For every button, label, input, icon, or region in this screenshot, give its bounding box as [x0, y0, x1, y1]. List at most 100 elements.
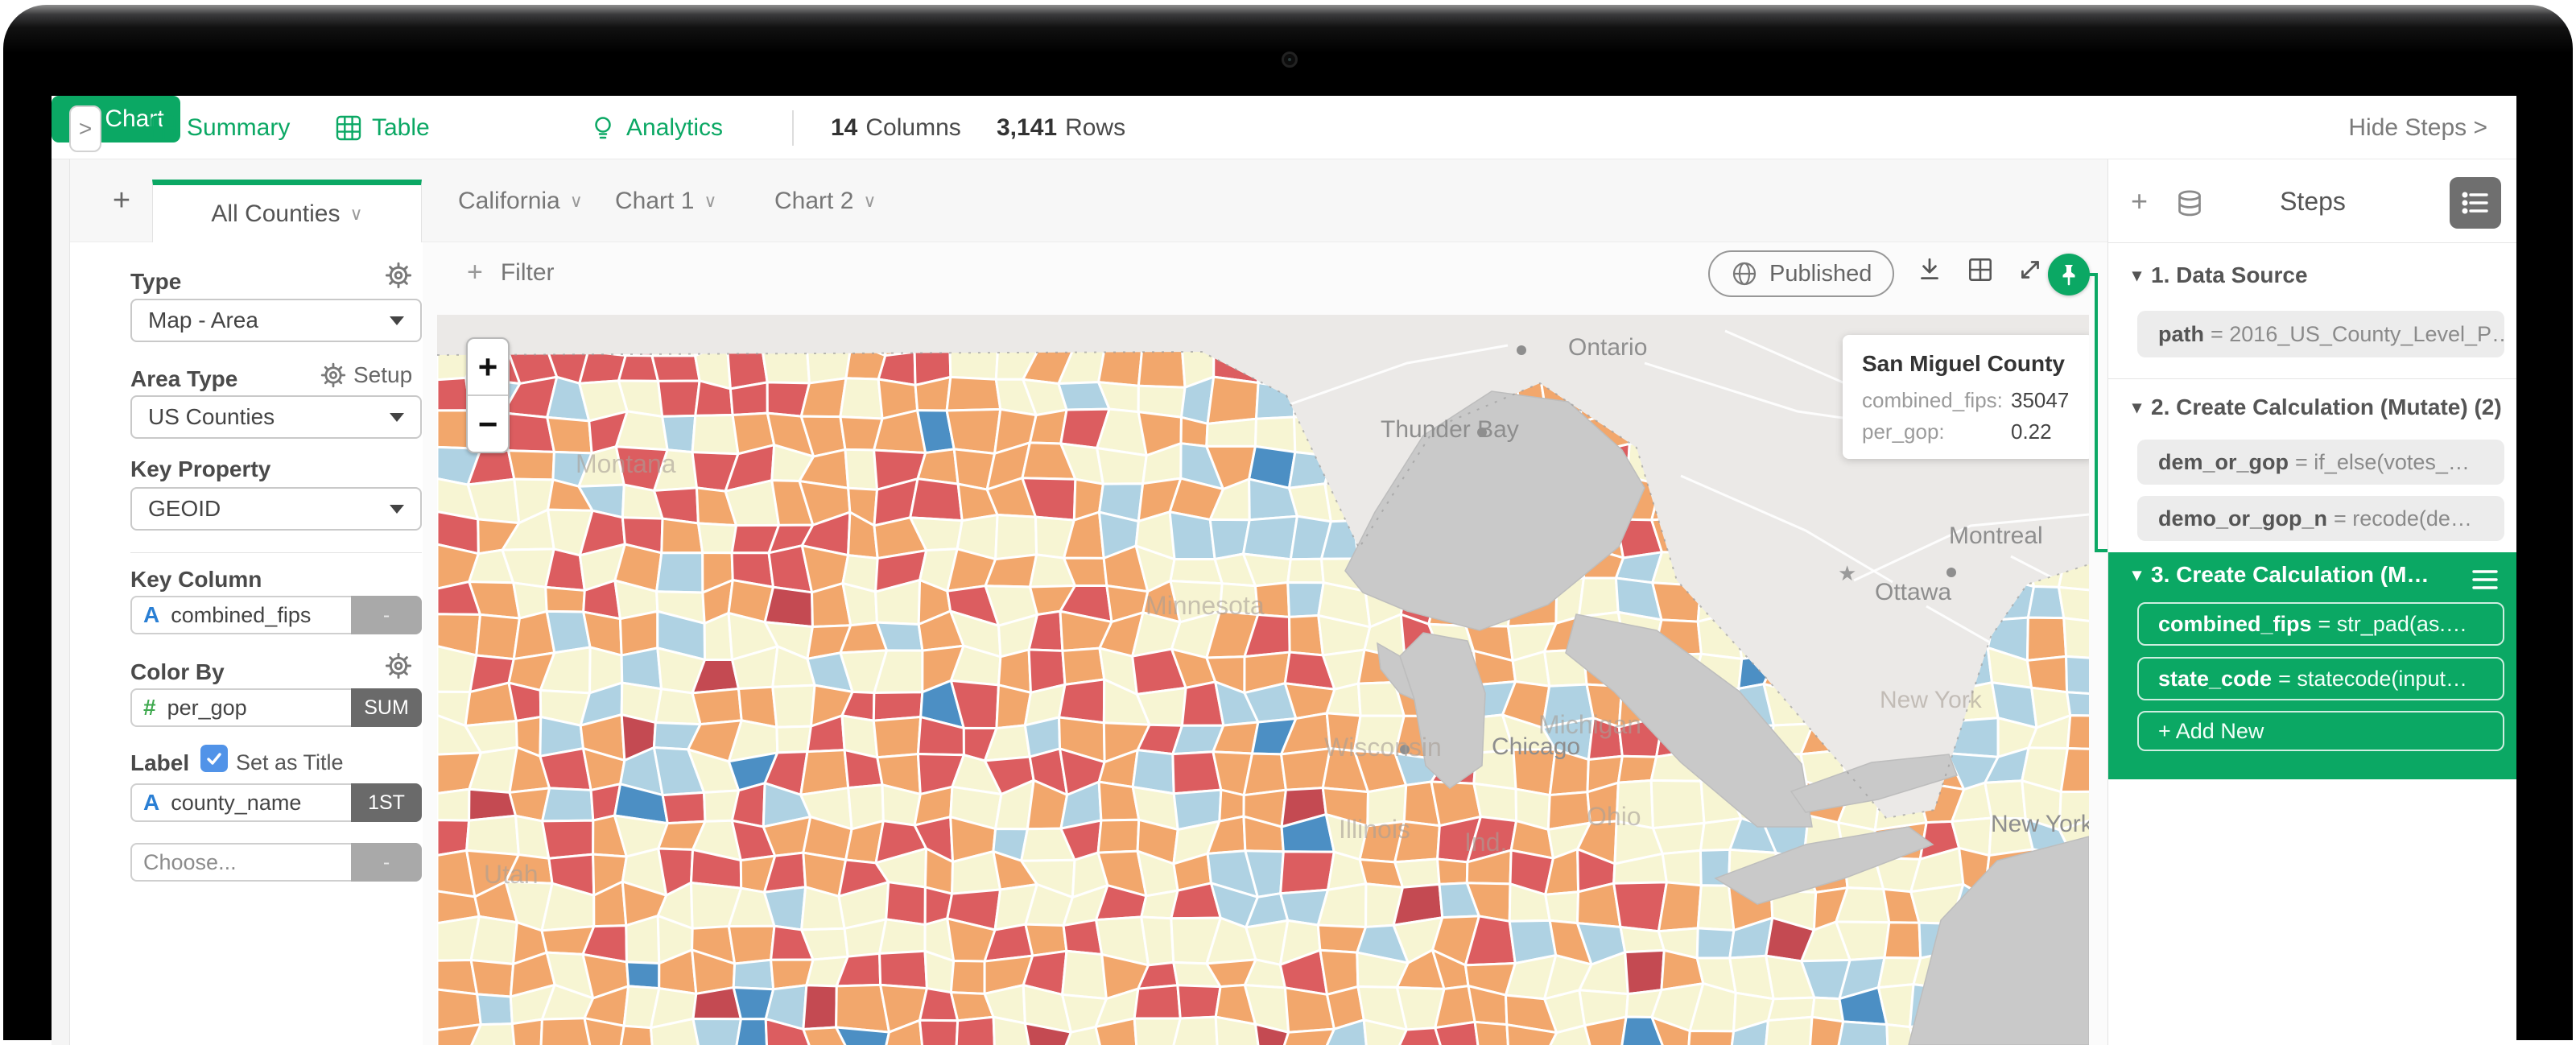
gear-icon[interactable]: [384, 651, 413, 680]
map-label: Michigan: [1538, 710, 1641, 739]
key-property-select[interactable]: GEOID: [130, 487, 422, 531]
area-type-value: US Counties: [148, 404, 275, 430]
key-column-agg-button[interactable]: -: [351, 596, 422, 634]
key-column-value: combined_fips: [171, 603, 311, 628]
chart-type-select[interactable]: Map - Area: [130, 299, 422, 342]
svg-text:★: ★: [1838, 561, 1856, 585]
add-chart-tab-button[interactable]: +: [101, 159, 142, 242]
hide-steps-button[interactable]: Hide Steps >: [2348, 96, 2487, 159]
columns-count-label: Columns: [865, 114, 960, 142]
agg-label: SUM: [364, 696, 409, 720]
text-type-icon: A: [143, 790, 159, 816]
agg-label: -: [383, 851, 390, 874]
chart-config-sidebar: Type Map - Area Area Type Setup US Count…: [70, 242, 422, 1045]
extra-agg-button[interactable]: -: [351, 843, 422, 882]
chip-name: path: [2158, 322, 2204, 347]
tab-table-label: Table: [372, 114, 430, 142]
color-by-field[interactable]: #per_gop SUM: [130, 688, 422, 727]
tab-analytics[interactable]: Analytics: [589, 96, 723, 159]
toolbar-separator: [792, 110, 794, 146]
globe-icon: [1731, 260, 1758, 287]
chart-tab-chart-1[interactable]: Chart 1 ∨: [615, 159, 717, 242]
download-icon[interactable]: [1915, 255, 1944, 284]
plus-icon: +: [478, 348, 498, 386]
chart-tab-chart-2[interactable]: Chart 2 ∨: [774, 159, 877, 242]
step-1-chip-path[interactable]: path = 2016_US_County_Level_P…: [2137, 311, 2504, 357]
step-3-add-new-button[interactable]: + Add New: [2137, 711, 2504, 751]
menu-icon[interactable]: [2467, 564, 2503, 596]
step-3-chip-combined-fips[interactable]: combined_fips = str_pad(as.…: [2137, 602, 2504, 646]
numeric-type-icon: #: [143, 695, 156, 721]
map-label: Montreal: [1949, 522, 2043, 549]
color-by-label: Color By: [130, 659, 225, 685]
step-2-header[interactable]: ▾ 2. Create Calculation (Mutate) (2): [2132, 394, 2502, 420]
step-3-active-block[interactable]: ▾ 3. Create Calculation (M… combined_fip…: [2108, 552, 2516, 779]
chart-tab-all-counties[interactable]: All Counties ∨: [152, 180, 422, 243]
label-field[interactable]: Acounty_name 1ST: [130, 783, 422, 822]
map-label: Illinois: [1339, 815, 1410, 844]
area-type-select[interactable]: US Counties: [130, 395, 422, 439]
expand-icon[interactable]: [2016, 255, 2045, 284]
chevron-down-icon: ∨: [349, 204, 362, 225]
step-1-title: 1. Data Source: [2151, 262, 2308, 288]
zoom-out-button[interactable]: −: [468, 396, 508, 452]
map-label: Thunder Bay: [1381, 416, 1519, 443]
zoom-in-button[interactable]: +: [468, 339, 508, 396]
gear-icon: [320, 361, 347, 389]
step-1-header[interactable]: ▾ 1. Data Source: [2132, 262, 2308, 288]
step-2-title: 2. Create Calculation (Mutate) (2): [2151, 394, 2502, 420]
chart-tab-label: Chart 1: [615, 188, 694, 215]
add-filter-button[interactable]: + Filter: [467, 257, 555, 288]
choropleth-map: OntarioThunder BayMontrealOttawa★New Yor…: [437, 315, 2089, 1045]
key-column-label: Key Column: [130, 567, 262, 593]
app-screen: > Summary Table Chart Analytics 14Column…: [52, 96, 2516, 1045]
step-2-chip-dem-or-gop[interactable]: dem_or_gop = if_else(votes_…: [2137, 440, 2504, 485]
key-column-field-main[interactable]: Acombined_fips: [130, 596, 351, 634]
color-by-agg-button[interactable]: SUM: [351, 688, 422, 727]
map-label: Ontario: [1568, 334, 1647, 361]
chevron-down-icon: ∨: [570, 191, 583, 212]
set-as-title-checkbox[interactable]: [200, 745, 228, 772]
filter-label: Filter: [501, 259, 555, 287]
grid-view-icon[interactable]: [1966, 255, 1995, 284]
gear-icon[interactable]: [384, 261, 413, 290]
chip-name: state_code: [2158, 667, 2272, 692]
chart-tab-california[interactable]: California ∨: [458, 159, 583, 242]
chip-name: demo_or_gop_n: [2158, 506, 2327, 531]
step-3-chip-state-code[interactable]: state_code = statecode(input…: [2137, 657, 2504, 700]
label-agg-button[interactable]: 1ST: [351, 783, 422, 822]
caret-down-icon: ▾: [2132, 397, 2141, 418]
rows-count: 3,141Rows: [997, 96, 1125, 159]
key-property-label: Key Property: [130, 456, 270, 482]
color-by-field-main[interactable]: #per_gop: [130, 688, 351, 727]
pin-connector-line: [2095, 273, 2098, 552]
tab-analytics-label: Analytics: [626, 114, 723, 142]
map-label: New York: [1880, 687, 1983, 713]
extra-field-main[interactable]: Choose...: [130, 843, 351, 882]
step-3-header[interactable]: ▾ 3. Create Calculation (M…: [2132, 562, 2429, 588]
map-canvas[interactable]: OntarioThunder BayMontrealOttawa★New Yor…: [437, 315, 2089, 1045]
tab-summary[interactable]: Summary: [150, 96, 290, 159]
chart-type-value: Map - Area: [148, 308, 258, 333]
published-badge[interactable]: Published: [1708, 250, 1894, 297]
tooltip-row-value: 35047: [2011, 388, 2069, 413]
tooltip-title: San Miguel County: [1862, 351, 2074, 377]
area-type-setup-button[interactable]: Setup: [320, 361, 412, 389]
chip-expr: = recode(de…: [2334, 506, 2472, 531]
map-label: Wisconsin: [1324, 733, 1442, 762]
caret-down-icon: ▾: [2132, 265, 2141, 286]
key-column-field[interactable]: Acombined_fips -: [130, 596, 422, 634]
tab-table[interactable]: Table: [335, 96, 430, 159]
expand-panel-button[interactable]: >: [69, 105, 101, 152]
hide-steps-label: Hide Steps >: [2348, 114, 2487, 142]
steps-list-view-button[interactable]: [2450, 177, 2501, 229]
chip-expr: = statecode(input…: [2278, 667, 2467, 692]
step-2-chip-demo-or-gop-n[interactable]: demo_or_gop_n = recode(de…: [2137, 496, 2504, 541]
chip-name: combined_fips: [2158, 612, 2312, 637]
label-field-main[interactable]: Acounty_name: [130, 783, 351, 822]
extra-field[interactable]: Choose... -: [130, 843, 422, 882]
caret-down-icon: [390, 413, 404, 422]
agg-label: 1ST: [368, 791, 405, 815]
tooltip-row-label: per_gop:: [1862, 419, 2011, 444]
main-toolbar: > Summary Table Chart Analytics 14Column…: [52, 96, 2516, 159]
